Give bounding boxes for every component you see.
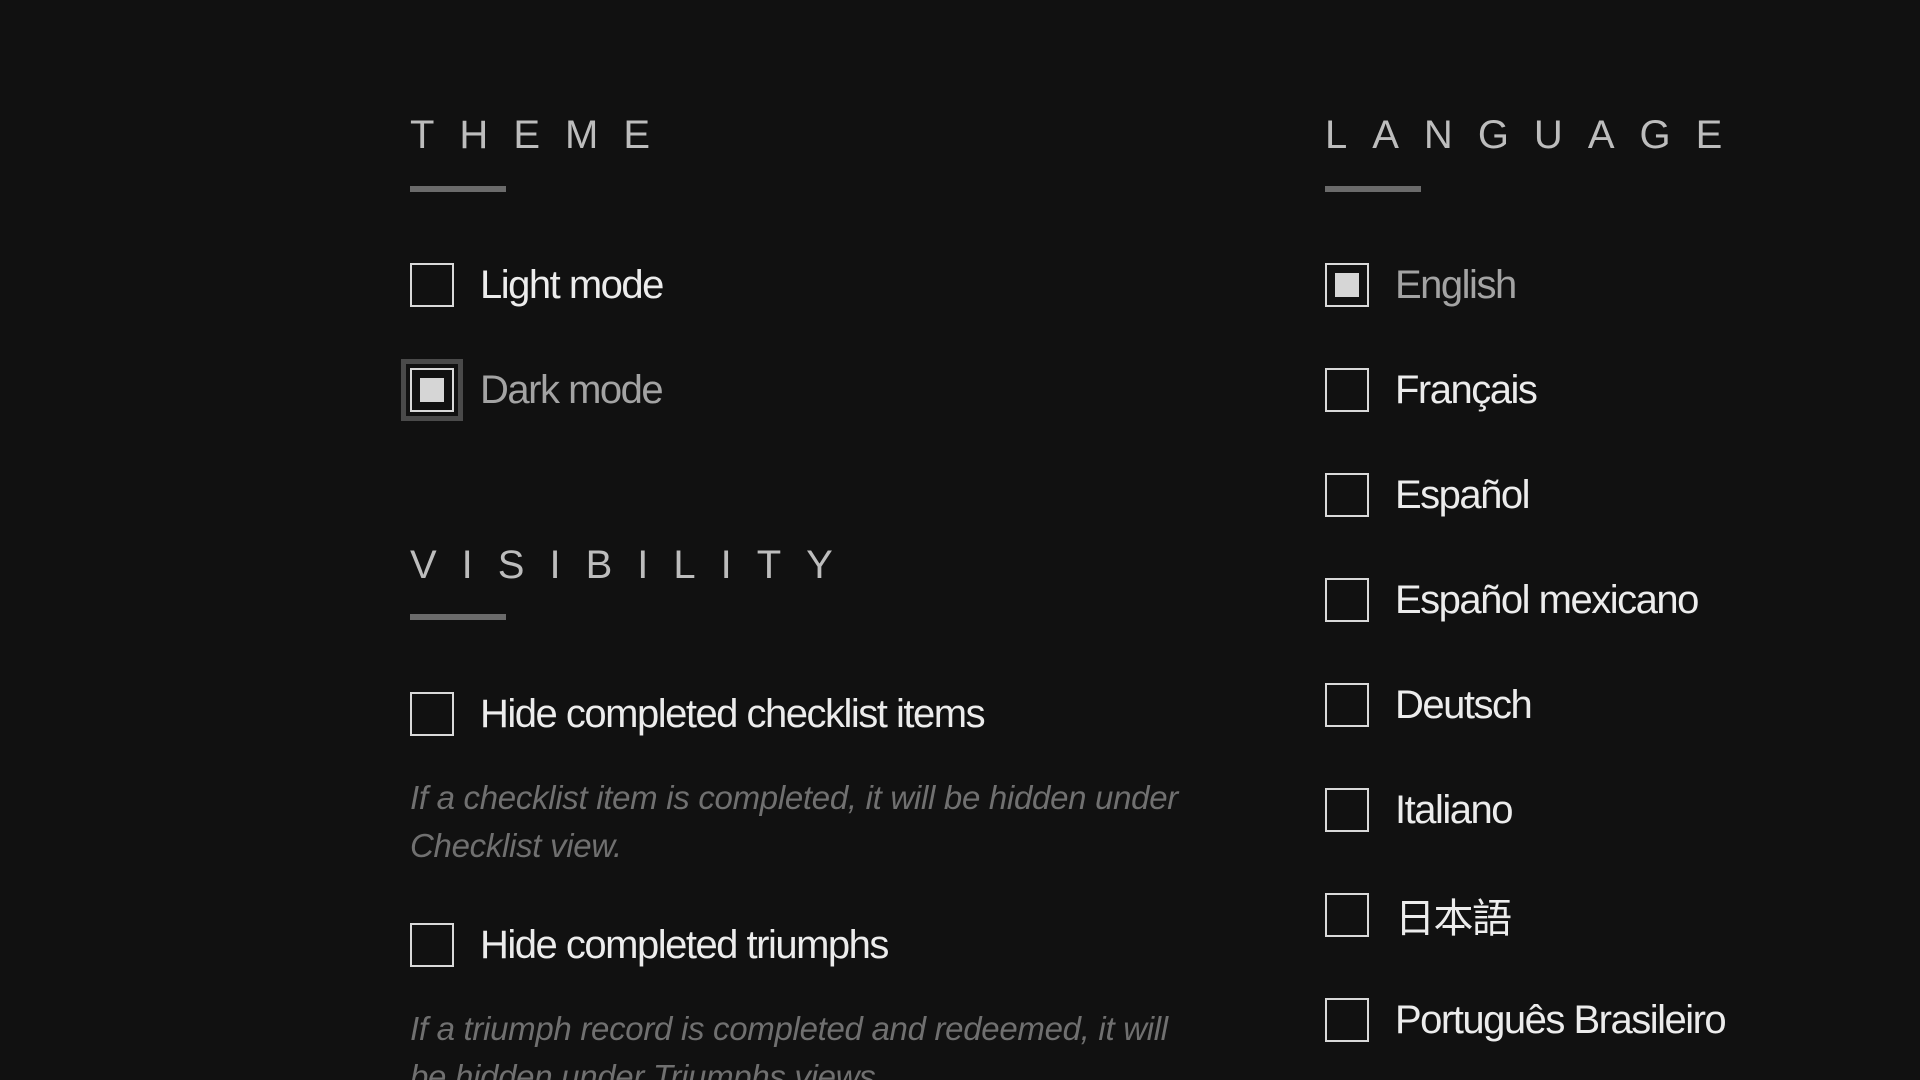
hide-triumphs-checkbox[interactable] <box>410 923 454 967</box>
language-heading-underline <box>1325 186 1421 192</box>
hide-triumphs-label: Hide completed triumphs <box>480 922 889 967</box>
theme-heading-underline <box>410 186 506 192</box>
option-light-mode[interactable]: Light mode <box>410 261 664 309</box>
deutsch-label: Deutsch <box>1395 682 1533 727</box>
japanese-checkbox[interactable] <box>1325 893 1369 937</box>
portugues-brasileiro-label: Português Brasileiro <box>1395 997 1727 1042</box>
dark-mode-label: Dark mode <box>480 367 664 412</box>
japanese-label: 日本語 <box>1395 897 1512 941</box>
francais-label: Français <box>1395 367 1538 412</box>
espanol-mexicano-label: Español mexicano <box>1395 577 1699 622</box>
language-option-espanol[interactable]: Español <box>1325 471 1531 519</box>
dark-mode-checkbox[interactable] <box>401 359 463 421</box>
hide-checklist-label: Hide completed checklist items <box>480 691 986 736</box>
language-heading: LANGUAGE <box>1325 113 1748 157</box>
english-label: English <box>1395 262 1517 307</box>
language-option-italiano[interactable]: Italiano <box>1325 786 1513 834</box>
option-dark-mode[interactable]: Dark mode <box>401 359 664 421</box>
option-hide-completed-checklist[interactable]: Hide completed checklist items <box>410 690 986 738</box>
theme-heading: THEME <box>410 113 675 157</box>
francais-checkbox[interactable] <box>1325 368 1369 412</box>
language-option-deutsch[interactable]: Deutsch <box>1325 681 1533 729</box>
language-option-espanol-mexicano[interactable]: Español mexicano <box>1325 576 1699 624</box>
hide-checklist-checkbox[interactable] <box>410 692 454 736</box>
light-mode-checkbox[interactable] <box>410 263 454 307</box>
visibility-heading-underline <box>410 614 506 620</box>
light-mode-label: Light mode <box>480 262 664 307</box>
english-checkbox[interactable] <box>1325 263 1369 307</box>
language-option-francais[interactable]: Français <box>1325 366 1538 414</box>
espanol-label: Español <box>1395 472 1531 517</box>
espanol-mexicano-checkbox[interactable] <box>1325 578 1369 622</box>
hide-triumphs-description: If a triumph record is completed and red… <box>410 1010 1168 1080</box>
language-option-portugues-brasileiro[interactable]: Português Brasileiro <box>1325 996 1727 1044</box>
language-option-english[interactable]: English <box>1325 261 1517 309</box>
deutsch-checkbox[interactable] <box>1325 683 1369 727</box>
italiano-checkbox[interactable] <box>1325 788 1369 832</box>
italiano-label: Italiano <box>1395 787 1513 832</box>
hide-checklist-description: If a checklist item is completed, it wil… <box>410 779 1178 864</box>
espanol-checkbox[interactable] <box>1325 473 1369 517</box>
visibility-heading: VISIBILITY <box>410 543 858 587</box>
portugues-brasileiro-checkbox[interactable] <box>1325 998 1369 1042</box>
language-option-japanese[interactable]: 日本語 <box>1325 891 1512 941</box>
settings-page: THEME Light mode Dark mode VISIBILITY Hi… <box>0 0 1920 1080</box>
option-hide-completed-triumphs[interactable]: Hide completed triumphs <box>410 921 889 969</box>
